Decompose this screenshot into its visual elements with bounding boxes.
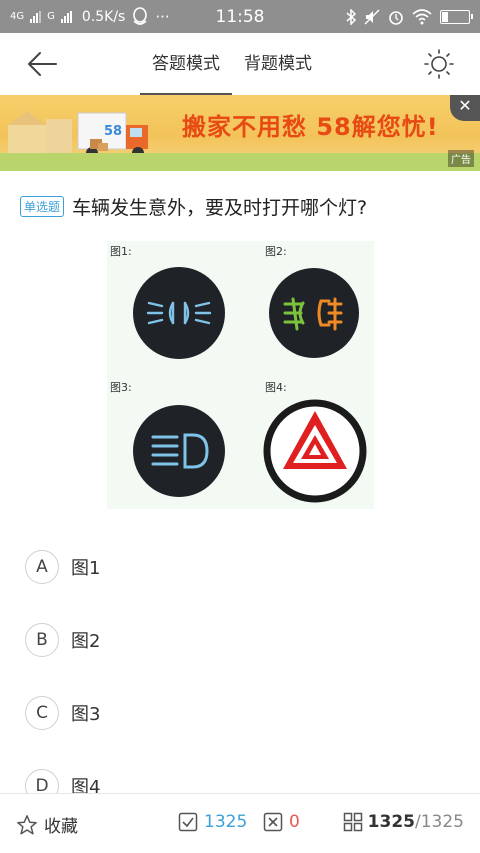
wrong-count: 0 [263, 812, 300, 832]
total-questions: /1325 [415, 812, 464, 832]
option-a-key: A [25, 549, 59, 584]
option-a[interactable]: A 图1 [0, 530, 480, 603]
network-type-label: 4G [10, 11, 25, 22]
mute-icon [364, 8, 380, 25]
option-c-text: 图3 [71, 703, 101, 725]
check-box-icon [178, 812, 198, 832]
back-arrow-icon[interactable] [26, 49, 58, 79]
favorite-button[interactable]: 收藏 [16, 812, 78, 837]
correct-count-value: 1325 [204, 812, 248, 832]
qq-icon [133, 6, 148, 25]
alarm-icon [389, 10, 403, 25]
grid-icon [343, 812, 362, 832]
network-speed: 0.5K/s [81, 8, 126, 25]
tab-answer-mode[interactable]: 答题模式 [140, 33, 232, 95]
low-beam-icon [133, 405, 225, 497]
question-progress[interactable]: 1325/1325 [343, 812, 464, 832]
hazard-warning-icon [263, 399, 367, 503]
favorite-label: 收藏 [44, 817, 78, 837]
brightness-icon[interactable] [424, 49, 454, 79]
ad-label: 广告 [448, 150, 474, 167]
position-light-icon [133, 267, 225, 359]
star-icon [17, 814, 37, 834]
ad-brand-logo: 58 [104, 124, 122, 139]
question-text: 车辆发生意外，要及时打开哪个灯? [72, 197, 368, 219]
ad-close-button[interactable]: ✕ [450, 95, 480, 121]
option-b-text: 图2 [71, 630, 101, 652]
status-bar: 4G G 0.5K/s ··· 11:58 [0, 0, 480, 33]
current-question-number: 1325 [367, 812, 415, 832]
correct-count: 1325 [178, 812, 247, 832]
battery-icon [440, 9, 473, 24]
option-b-key: B [25, 622, 59, 657]
figure-label-4: 图4: [265, 381, 287, 394]
option-c[interactable]: C 图3 [0, 676, 480, 749]
cross-box-icon [263, 812, 283, 832]
figure-label-3: 图3: [110, 381, 132, 394]
fog-light-icon [269, 268, 359, 358]
network-type-label-2: G [47, 11, 55, 22]
mode-tabs: 答题模式 背题模式 [140, 33, 324, 95]
clock: 11:58 [215, 6, 265, 27]
bottom-bar: 收藏 1325 0 1325/1325 [0, 793, 480, 853]
option-a-text: 图1 [71, 557, 101, 579]
top-nav: 答题模式 背题模式 [0, 33, 480, 95]
question-type-badge: 单选题 [20, 196, 65, 217]
more-notifications: ··· [155, 7, 170, 26]
ad-slogan: 搬家不用愁 58解您忧! [182, 113, 439, 141]
ad-ground [0, 153, 480, 171]
option-b[interactable]: B 图2 [0, 603, 480, 676]
figure-label-2: 图2: [265, 245, 287, 258]
question-figure-svg: 图1: 图2: 图3: 图4: [110, 245, 367, 503]
ad-banner[interactable]: 58 搬家不用愁 58解您忧! ✕ 广告 [0, 95, 480, 171]
signal-icon [30, 10, 42, 23]
question-header: 单选题 车辆发生意外，要及时打开哪个灯? [0, 171, 480, 220]
signal-icon-2 [60, 10, 72, 23]
tab-recite-mode[interactable]: 背题模式 [232, 33, 324, 95]
wrong-count-value: 0 [289, 812, 300, 832]
question-figure: 图1: 图2: 图3: 图4: [107, 241, 374, 509]
answer-options: A 图1 B 图2 C 图3 D 图4 [0, 530, 480, 822]
bluetooth-icon [346, 8, 356, 25]
wifi-icon [412, 8, 432, 24]
option-c-key: C [25, 695, 59, 730]
figure-label-1: 图1: [110, 245, 132, 258]
